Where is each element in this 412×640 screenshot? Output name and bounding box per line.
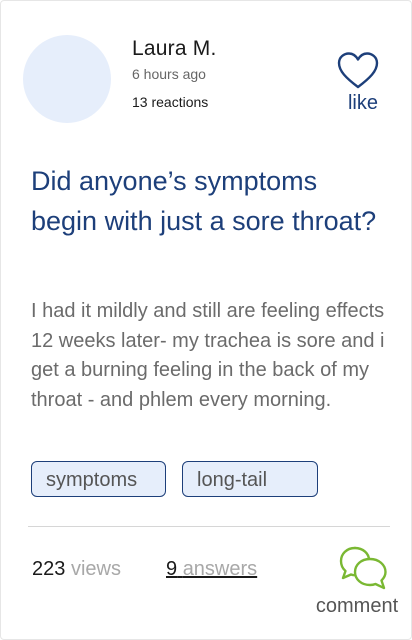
comment-label: comment (315, 595, 399, 617)
answers-label: answers (182, 558, 258, 580)
speech-bubbles-icon (339, 546, 387, 590)
avatar[interactable] (23, 35, 111, 123)
views-count: 223 (32, 558, 66, 580)
post-body: I had it mildly and still are feeling ef… (31, 300, 385, 411)
like-button[interactable]: like (331, 51, 391, 117)
post-title[interactable]: Did anyone’s symptoms begin with just a … (31, 161, 381, 241)
heart-outline-icon (337, 52, 379, 89)
tag-long-tail[interactable]: long-tail (182, 461, 318, 497)
post-timestamp: 6 hours ago (132, 66, 206, 82)
author-name[interactable]: Laura M. (132, 37, 216, 61)
reactions-count: 13 reactions (132, 94, 209, 110)
views-label: views (70, 558, 121, 580)
comment-button[interactable]: comment (305, 546, 409, 622)
like-label: like (347, 92, 378, 114)
post-card: Laura M. 6 hours ago 13 reactions like D… (0, 0, 412, 640)
tag-symptoms[interactable]: symptoms (31, 461, 166, 497)
answers-link[interactable]: 9 answers (166, 558, 257, 581)
answers-count: 9 (166, 558, 178, 580)
divider (28, 526, 390, 527)
views-stat: 223 views (32, 558, 121, 581)
